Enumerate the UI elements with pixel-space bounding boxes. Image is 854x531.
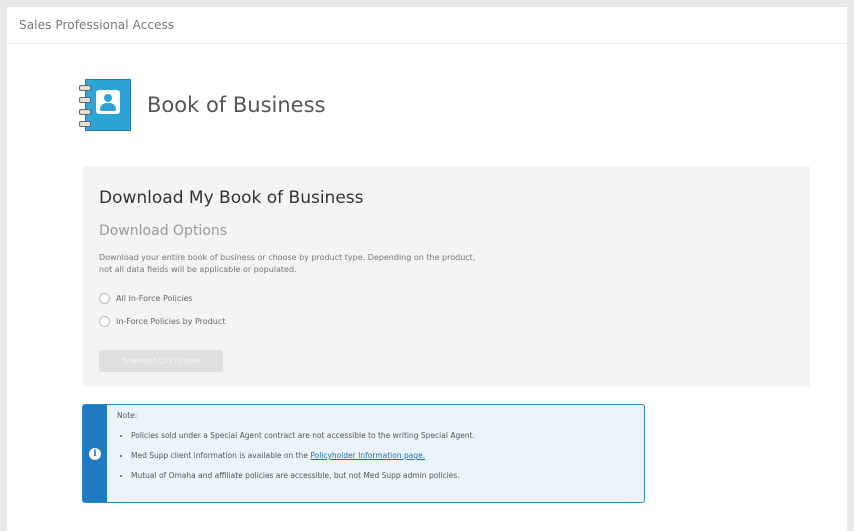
- download-options-heading: Download Options: [99, 223, 228, 239]
- download-title: Download My Book of Business: [99, 188, 364, 208]
- info-icon: i: [89, 447, 101, 460]
- address-book-icon: [79, 77, 135, 133]
- radio-button-in-force-by-product[interactable]: [99, 316, 110, 327]
- download-panel: Download My Book of Business Download Op…: [83, 166, 810, 387]
- download-csv-button[interactable]: Download CSV to save: [99, 350, 223, 372]
- app-window: Sales Professional Access Book of Busine…: [7, 7, 847, 531]
- radio-in-force-by-product[interactable]: In-Force Policies by Product: [99, 316, 225, 327]
- radio-label-in-force-by-product: In-Force Policies by Product: [116, 317, 226, 326]
- radio-button-all-in-force[interactable]: [99, 293, 110, 304]
- radio-label-all-in-force: All In-Force Policies: [116, 294, 193, 303]
- book-rings: [79, 85, 91, 127]
- note-label: Note:: [117, 411, 138, 420]
- note-item: Policies sold under a Special Agent cont…: [131, 431, 475, 441]
- note-item: Med Supp client information is available…: [131, 451, 475, 461]
- note-list: Policies sold under a Special Agent cont…: [117, 431, 475, 481]
- note-box: i Note: Policies sold under a Special Ag…: [82, 404, 645, 503]
- note-item: Mutual of Omaha and affiliate policies a…: [131, 471, 475, 481]
- download-description: Download your entire book of business or…: [99, 253, 476, 274]
- policyholder-information-link[interactable]: Policyholder Information page.: [310, 451, 425, 460]
- radio-all-in-force[interactable]: All In-Force Policies: [99, 293, 193, 304]
- person-icon: [96, 90, 120, 114]
- page-header: Book of Business: [79, 77, 325, 133]
- header-bar: Sales Professional Access: [7, 7, 847, 44]
- note-content: Note: Policies sold under a Special Agen…: [107, 405, 485, 502]
- page-title: Book of Business: [147, 93, 326, 117]
- header-title: Sales Professional Access: [19, 18, 175, 32]
- note-accent-strip: i: [83, 405, 107, 502]
